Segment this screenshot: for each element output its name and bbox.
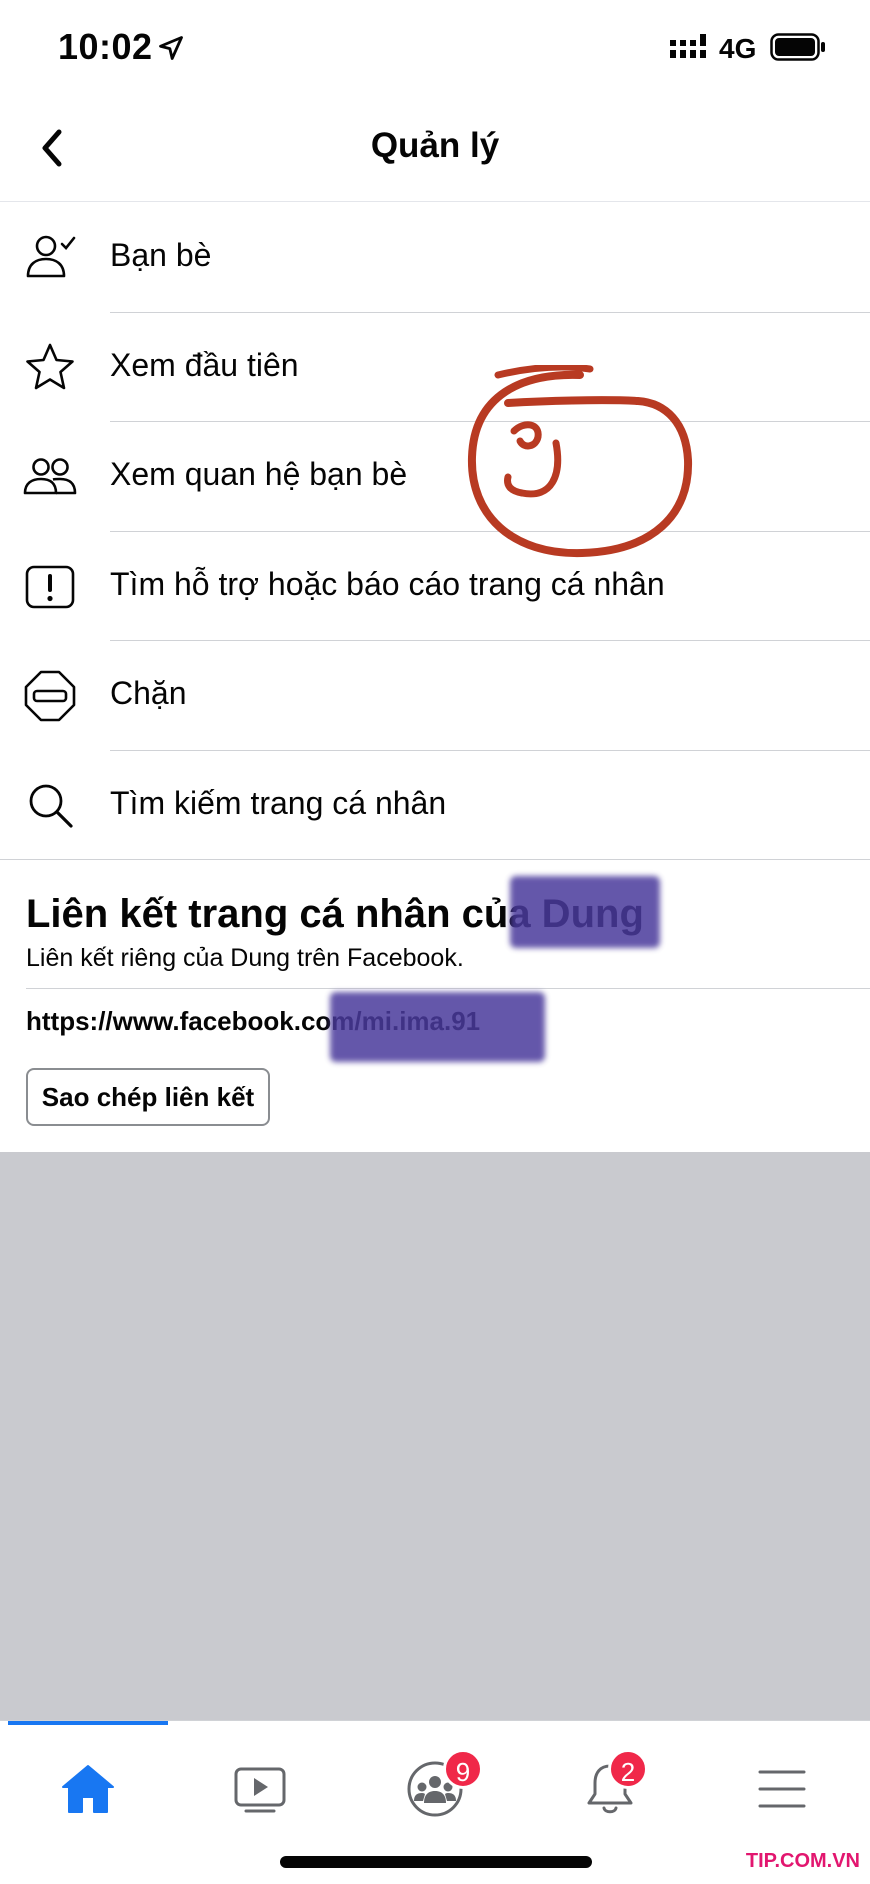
menu-item-label: Bạn bè [110, 237, 212, 273]
groups-badge: 9 [443, 1749, 483, 1789]
menu-item-label: Tìm hỗ trợ hoặc báo cáo trang cá nhân [110, 565, 665, 602]
empty-content-area [0, 1152, 870, 1720]
menu-item-label: Xem quan hệ bạn bè [110, 456, 408, 492]
home-icon [62, 1765, 114, 1813]
watermark: TIP.COM.VN [745, 1850, 860, 1872]
manage-menu: Bạn bè Xem đầu tiên Xem quan hệ bạn bè T… [0, 203, 870, 860]
profile-link-subtitle: Liên kết riêng của Dung trên Facebook. [26, 944, 464, 972]
menu-icon [758, 1770, 806, 1808]
battery-icon [770, 33, 825, 61]
status-bar: 10:02 4G [0, 0, 870, 96]
copy-link-button[interactable]: Sao chép liên kết [26, 1068, 270, 1126]
notifications-badge: 2 [608, 1749, 648, 1789]
menu-item-friends[interactable]: Bạn bè [0, 203, 870, 313]
home-indicator[interactable] [280, 1856, 592, 1868]
block-icon [22, 668, 78, 724]
redaction-mark [510, 876, 660, 948]
search-icon [22, 778, 78, 834]
header: Quản lý [0, 96, 870, 202]
friends-icon [22, 449, 78, 505]
active-tab-indicator [8, 1721, 168, 1725]
report-icon [22, 559, 78, 615]
menu-item-label: Xem đầu tiên [110, 346, 299, 383]
status-time: 10:02 [58, 26, 153, 67]
menu-item-see-first[interactable]: Xem đầu tiên [0, 313, 870, 422]
star-icon [22, 340, 78, 396]
tab-menu[interactable] [722, 1741, 842, 1837]
friend-check-icon [22, 230, 78, 286]
tab-home[interactable] [28, 1741, 148, 1837]
menu-item-block[interactable]: Chặn [0, 641, 870, 751]
page-title: Quản lý [370, 126, 500, 165]
video-icon [234, 1767, 286, 1813]
signal-icon [670, 34, 706, 58]
network-type: 4G [719, 33, 757, 64]
menu-item-label: Chặn [110, 675, 187, 711]
menu-item-report[interactable]: Tìm hỗ trợ hoặc báo cáo trang cá nhân [0, 532, 870, 641]
menu-item-see-friendship[interactable]: Xem quan hệ bạn bè [0, 422, 870, 532]
tab-groups[interactable]: 9 [375, 1741, 495, 1837]
profile-link-section: Liên kết trang cá nhân của Dung Liên kết… [0, 860, 870, 1152]
menu-item-search-profile[interactable]: Tìm kiếm trang cá nhân [0, 751, 870, 860]
manage-profile-screen: 10:02 4G Quản lý Bạn bè Xem đầu tiên Xem… [0, 0, 870, 1884]
menu-item-label: Tìm kiếm trang cá nhân [110, 784, 447, 821]
tab-watch[interactable] [200, 1741, 320, 1837]
tab-notifications[interactable]: 2 [550, 1741, 670, 1837]
redaction-mark [330, 992, 545, 1062]
divider [26, 988, 870, 989]
location-arrow-icon [159, 36, 183, 60]
